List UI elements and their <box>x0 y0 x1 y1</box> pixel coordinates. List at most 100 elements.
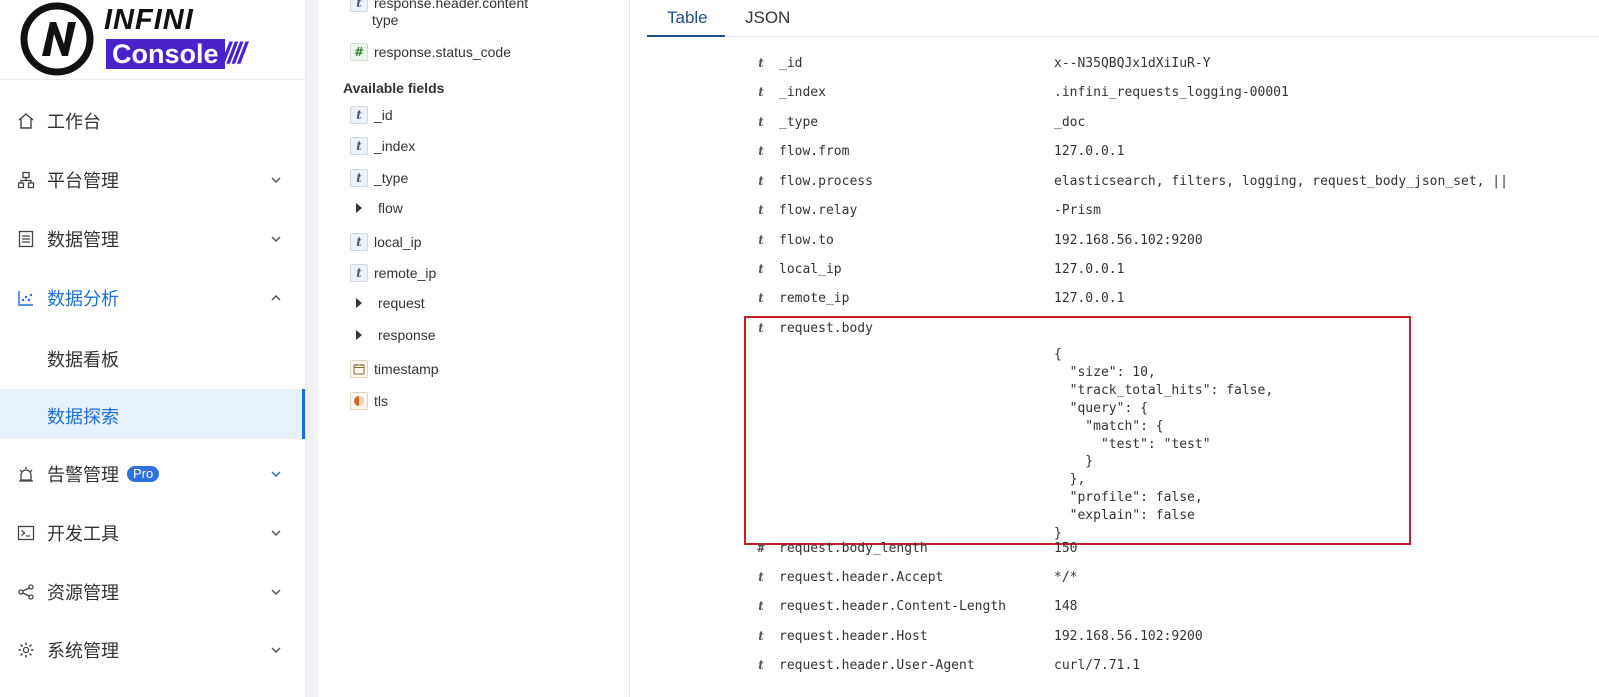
doc-row[interactable]: t _id x--N35QBQJx1dXiIuR-Y <box>631 56 1599 78</box>
field-name: request <box>378 295 425 311</box>
tab-table[interactable]: Table <box>667 8 708 28</box>
share-icon <box>16 582 36 602</box>
text-type-icon: t <box>350 233 368 251</box>
doc-field-value: curl/7.71.1 <box>1054 658 1141 673</box>
field-type-indicator: t <box>758 291 764 305</box>
sidebar-item-workbench[interactable]: 工作台 <box>0 96 305 146</box>
doc-field-name: request.header.Accept <box>779 570 944 585</box>
doc-field-name: request.header.Host <box>779 629 928 644</box>
doc-row[interactable]: t _index .infini_requests_logging-00001 <box>631 85 1599 107</box>
sidebar-item-label: 系统管理 <box>47 641 119 661</box>
doc-row[interactable]: t request.header.Host 192.168.56.102:920… <box>631 629 1599 651</box>
sidebar-item-label: 数据探索 <box>47 407 119 427</box>
doc-field-value: */* <box>1054 570 1078 585</box>
doc-field-name: _type <box>779 115 819 130</box>
field-group-request[interactable]: request <box>350 292 425 314</box>
gear-icon <box>16 640 36 660</box>
doc-row[interactable]: # request.body_length 150 <box>631 541 1599 563</box>
field-type-indicator: t <box>758 144 764 158</box>
field-name: _index <box>374 138 416 154</box>
calendar-icon <box>350 360 368 378</box>
doc-field-value: elasticsearch, filters, logging, request… <box>1054 174 1508 189</box>
text-type-icon: t <box>350 169 368 187</box>
sidebar-subitem-discover[interactable]: 数据探索 <box>0 389 305 439</box>
field-type-indicator: t <box>758 629 764 643</box>
sidebar-item-label: 数据管理 <box>47 230 119 250</box>
sidebar-subitem-dashboard[interactable]: 数据看板 <box>0 332 305 382</box>
logo-infini-text: INFINI <box>104 4 194 36</box>
field-name: _type <box>374 170 409 186</box>
chevron-down-icon <box>271 589 281 596</box>
doc-field-name: request.header.User-Agent <box>779 658 975 673</box>
sidebar: INFINI Console //// 工作台 平台管理 数据管理 数据分析 数… <box>0 0 306 697</box>
sidebar-item-alerting[interactable]: 告警管理 Pro <box>0 449 305 499</box>
field-type-indicator: t <box>758 321 764 335</box>
field-type-indicator: t <box>758 56 764 70</box>
doc-row[interactable]: t local_ip 127.0.0.1 <box>631 262 1599 284</box>
active-tab-indicator <box>647 35 725 37</box>
chevron-down-icon <box>271 177 281 184</box>
field-group-flow[interactable]: flow <box>350 197 403 219</box>
field-list-panel: t response.header.content type # respons… <box>318 0 630 697</box>
sidebar-item-label: 数据分析 <box>47 289 119 309</box>
doc-field-value: x--N35QBQJx1dXiIuR-Y <box>1054 56 1211 71</box>
field-item-local-ip[interactable]: t local_ip <box>350 231 421 253</box>
sidebar-item-label: 工作台 <box>47 112 101 132</box>
field-type-indicator: t <box>758 570 764 584</box>
doc-row[interactable]: t request.header.Accept */* <box>631 570 1599 592</box>
doc-field-value: 127.0.0.1 <box>1054 262 1125 277</box>
text-type-icon: t <box>350 0 368 12</box>
logo-console-text: Console <box>112 39 219 69</box>
doc-row[interactable]: t flow.process elasticsearch, filters, l… <box>631 174 1599 196</box>
sidebar-item-platform[interactable]: 平台管理 <box>0 155 305 205</box>
field-item-id[interactable]: t _id <box>350 104 393 126</box>
available-fields-heading: Available fields <box>343 80 445 96</box>
doc-field-name: _index <box>779 85 826 100</box>
doc-row[interactable]: t flow.to 192.168.56.102:9200 <box>631 233 1599 255</box>
sidebar-item-resources[interactable]: 资源管理 <box>0 567 305 617</box>
document-detail-panel: Table JSON t _id x--N35QBQJx1dXiIuR-Y t … <box>631 0 1599 697</box>
chevron-down-icon <box>271 647 281 654</box>
doc-row[interactable]: t flow.from 127.0.0.1 <box>631 144 1599 166</box>
doc-row[interactable]: t remote_ip 127.0.0.1 <box>631 291 1599 313</box>
text-type-icon: t <box>350 106 368 124</box>
doc-row[interactable]: t request.header.Content-Length 148 <box>631 599 1599 621</box>
field-item-index[interactable]: t _index <box>350 135 415 157</box>
sitemap-icon <box>16 170 36 190</box>
tab-json[interactable]: JSON <box>745 8 790 28</box>
chevron-down-icon <box>271 530 281 537</box>
doc-field-name: remote_ip <box>779 291 850 306</box>
geo-point-icon <box>350 392 368 410</box>
sidebar-item-dev-tools[interactable]: 开发工具 <box>0 508 305 558</box>
field-item-timestamp[interactable]: timestamp <box>350 358 439 380</box>
doc-row[interactable]: t _type _doc <box>631 115 1599 137</box>
sidebar-item-data-analysis[interactable]: 数据分析 <box>0 273 305 323</box>
field-item-remote-ip[interactable]: t remote_ip <box>350 262 436 284</box>
field-item-type[interactable]: t _type <box>350 167 408 189</box>
sidebar-item-data-management[interactable]: 数据管理 <box>0 214 305 264</box>
doc-field-value: _doc <box>1054 115 1086 130</box>
chevron-up-icon <box>271 294 281 301</box>
doc-field-value: 192.168.56.102:9200 <box>1054 629 1203 644</box>
field-name: response.status_code <box>374 44 511 60</box>
layout-gutter <box>306 0 318 697</box>
terminal-icon <box>16 523 36 543</box>
doc-field-name: flow.relay <box>779 203 858 218</box>
doc-row[interactable]: t flow.relay -Prism <box>631 203 1599 225</box>
field-item-tls[interactable]: tls <box>350 390 388 412</box>
doc-row-request-body[interactable]: t request.body <box>631 321 1599 343</box>
selected-field-response-status-code[interactable]: # response.status_code <box>350 41 511 63</box>
doc-field-value: -Prism <box>1054 203 1101 218</box>
doc-row[interactable]: t request.header.User-Agent curl/7.71.1 <box>631 658 1599 680</box>
field-type-indicator: t <box>758 85 764 99</box>
app-logo[interactable]: INFINI Console //// <box>0 0 305 80</box>
sidebar-item-system[interactable]: 系统管理 <box>0 625 305 675</box>
field-type-indicator: t <box>758 658 764 672</box>
logo-console-box: Console <box>106 39 225 69</box>
sidebar-item-label: 数据看板 <box>47 350 119 370</box>
field-group-response[interactable]: response <box>350 324 436 346</box>
caret-right-icon <box>350 330 368 340</box>
doc-field-value: .infini_requests_logging-00001 <box>1054 85 1289 100</box>
field-type-indicator: t <box>758 262 764 276</box>
field-name: response <box>378 327 436 343</box>
